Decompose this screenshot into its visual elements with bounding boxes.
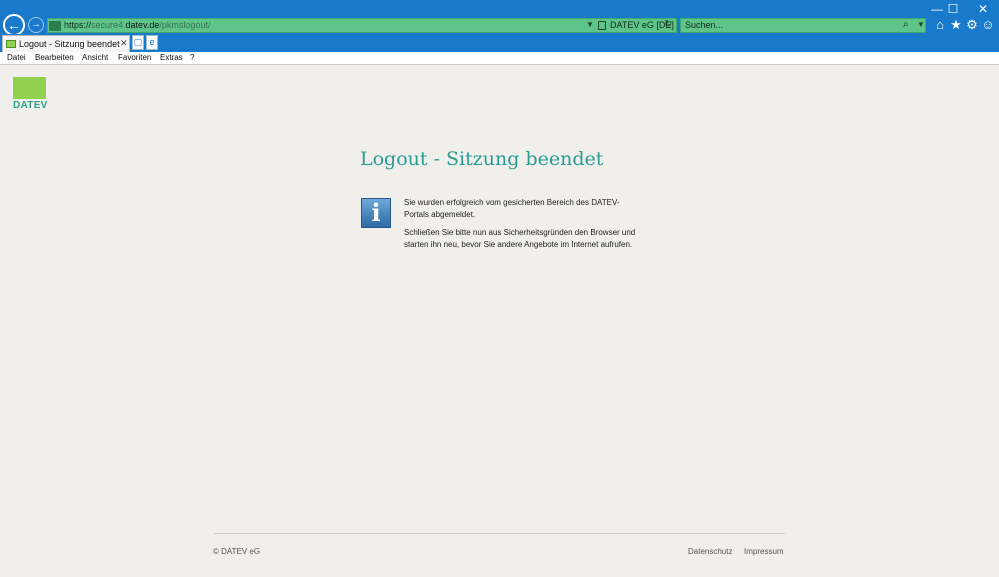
url-path: /pkmslogout/ — [159, 20, 211, 30]
menu-extras[interactable]: Extras — [160, 53, 183, 62]
internet-explorer-icon: e — [149, 37, 155, 47]
footer-copyright: © DATEV eG — [213, 547, 261, 556]
maximize-button[interactable]: ☐ — [938, 0, 968, 18]
back-button[interactable]: ← — [3, 14, 25, 36]
tab-title: Logout - Sitzung beendet — [19, 39, 120, 49]
url-domain: datev.de — [125, 20, 160, 30]
star-icon[interactable]: ★ — [949, 17, 963, 33]
arrow-right-icon: → — [31, 19, 41, 30]
gear-icon[interactable]: ⚙ — [965, 17, 979, 33]
close-window-button[interactable]: ✕ — [968, 0, 998, 18]
logout-message: Sie wurden erfolgreich vom gesicherten B… — [404, 198, 620, 219]
menu-help[interactable]: ? — [190, 53, 194, 62]
security-advice: Schließen Sie bitte nun aus Sicherheitsg… — [404, 228, 636, 249]
menu-ansicht[interactable]: Ansicht — [82, 53, 108, 62]
site-favicon-icon — [49, 21, 61, 31]
ie-button[interactable]: e — [146, 35, 158, 50]
address-url[interactable]: https://secure4.datev.de/pkmslogout/ — [64, 20, 210, 30]
chevron-down-icon[interactable]: ▼ — [586, 20, 594, 29]
url-subdomain: secure4. — [91, 20, 126, 30]
home-icon[interactable]: ⌂ — [933, 17, 947, 33]
info-icon: i — [361, 198, 391, 228]
close-tab-icon[interactable]: ✕ — [120, 38, 128, 49]
menu-datei[interactable]: Datei — [7, 53, 26, 62]
arrow-left-icon: ← — [7, 17, 21, 33]
address-bar[interactable]: https://secure4.datev.de/pkmslogout/ ▼ D… — [47, 18, 677, 33]
refresh-icon[interactable]: ↻ — [664, 19, 672, 30]
logo-text: DATEV — [13, 100, 48, 111]
datev-favicon-icon — [6, 40, 16, 48]
new-tab-icon: ▢ — [133, 37, 143, 47]
footer-link-datenschutz[interactable]: Datenschutz — [688, 547, 732, 556]
chevron-down-icon[interactable]: ▼ — [917, 20, 925, 29]
search-box[interactable]: Suchen... ⌕ ▼ — [680, 18, 926, 33]
menu-bar: Datei Bearbeiten Ansicht Favoriten Extra… — [0, 52, 999, 65]
lock-icon[interactable] — [598, 21, 606, 30]
footer-link-impressum[interactable]: Impressum — [744, 547, 784, 556]
tab-strip: Logout - Sitzung beendet ✕ ▢ e — [0, 34, 999, 52]
logo-square — [13, 77, 46, 99]
forward-button[interactable]: → — [28, 17, 44, 33]
new-tab-button[interactable]: ▢ — [132, 35, 144, 50]
url-scheme: https:// — [64, 20, 92, 30]
smiley-icon[interactable]: ☺ — [981, 17, 995, 33]
menu-bearbeiten[interactable]: Bearbeiten — [35, 53, 74, 62]
search-icon[interactable]: ⌕ — [903, 19, 909, 30]
search-input[interactable]: Suchen... — [685, 20, 723, 30]
page-title: Logout - Sitzung beendet — [360, 148, 604, 170]
menu-favoriten[interactable]: Favoriten — [118, 53, 151, 62]
page-content: DATEV Logout - Sitzung beendet i Sie wur… — [1, 66, 998, 576]
datev-logo[interactable]: DATEV — [13, 77, 48, 111]
tab-logout[interactable]: Logout - Sitzung beendet ✕ — [2, 35, 130, 52]
footer-divider — [214, 533, 785, 534]
